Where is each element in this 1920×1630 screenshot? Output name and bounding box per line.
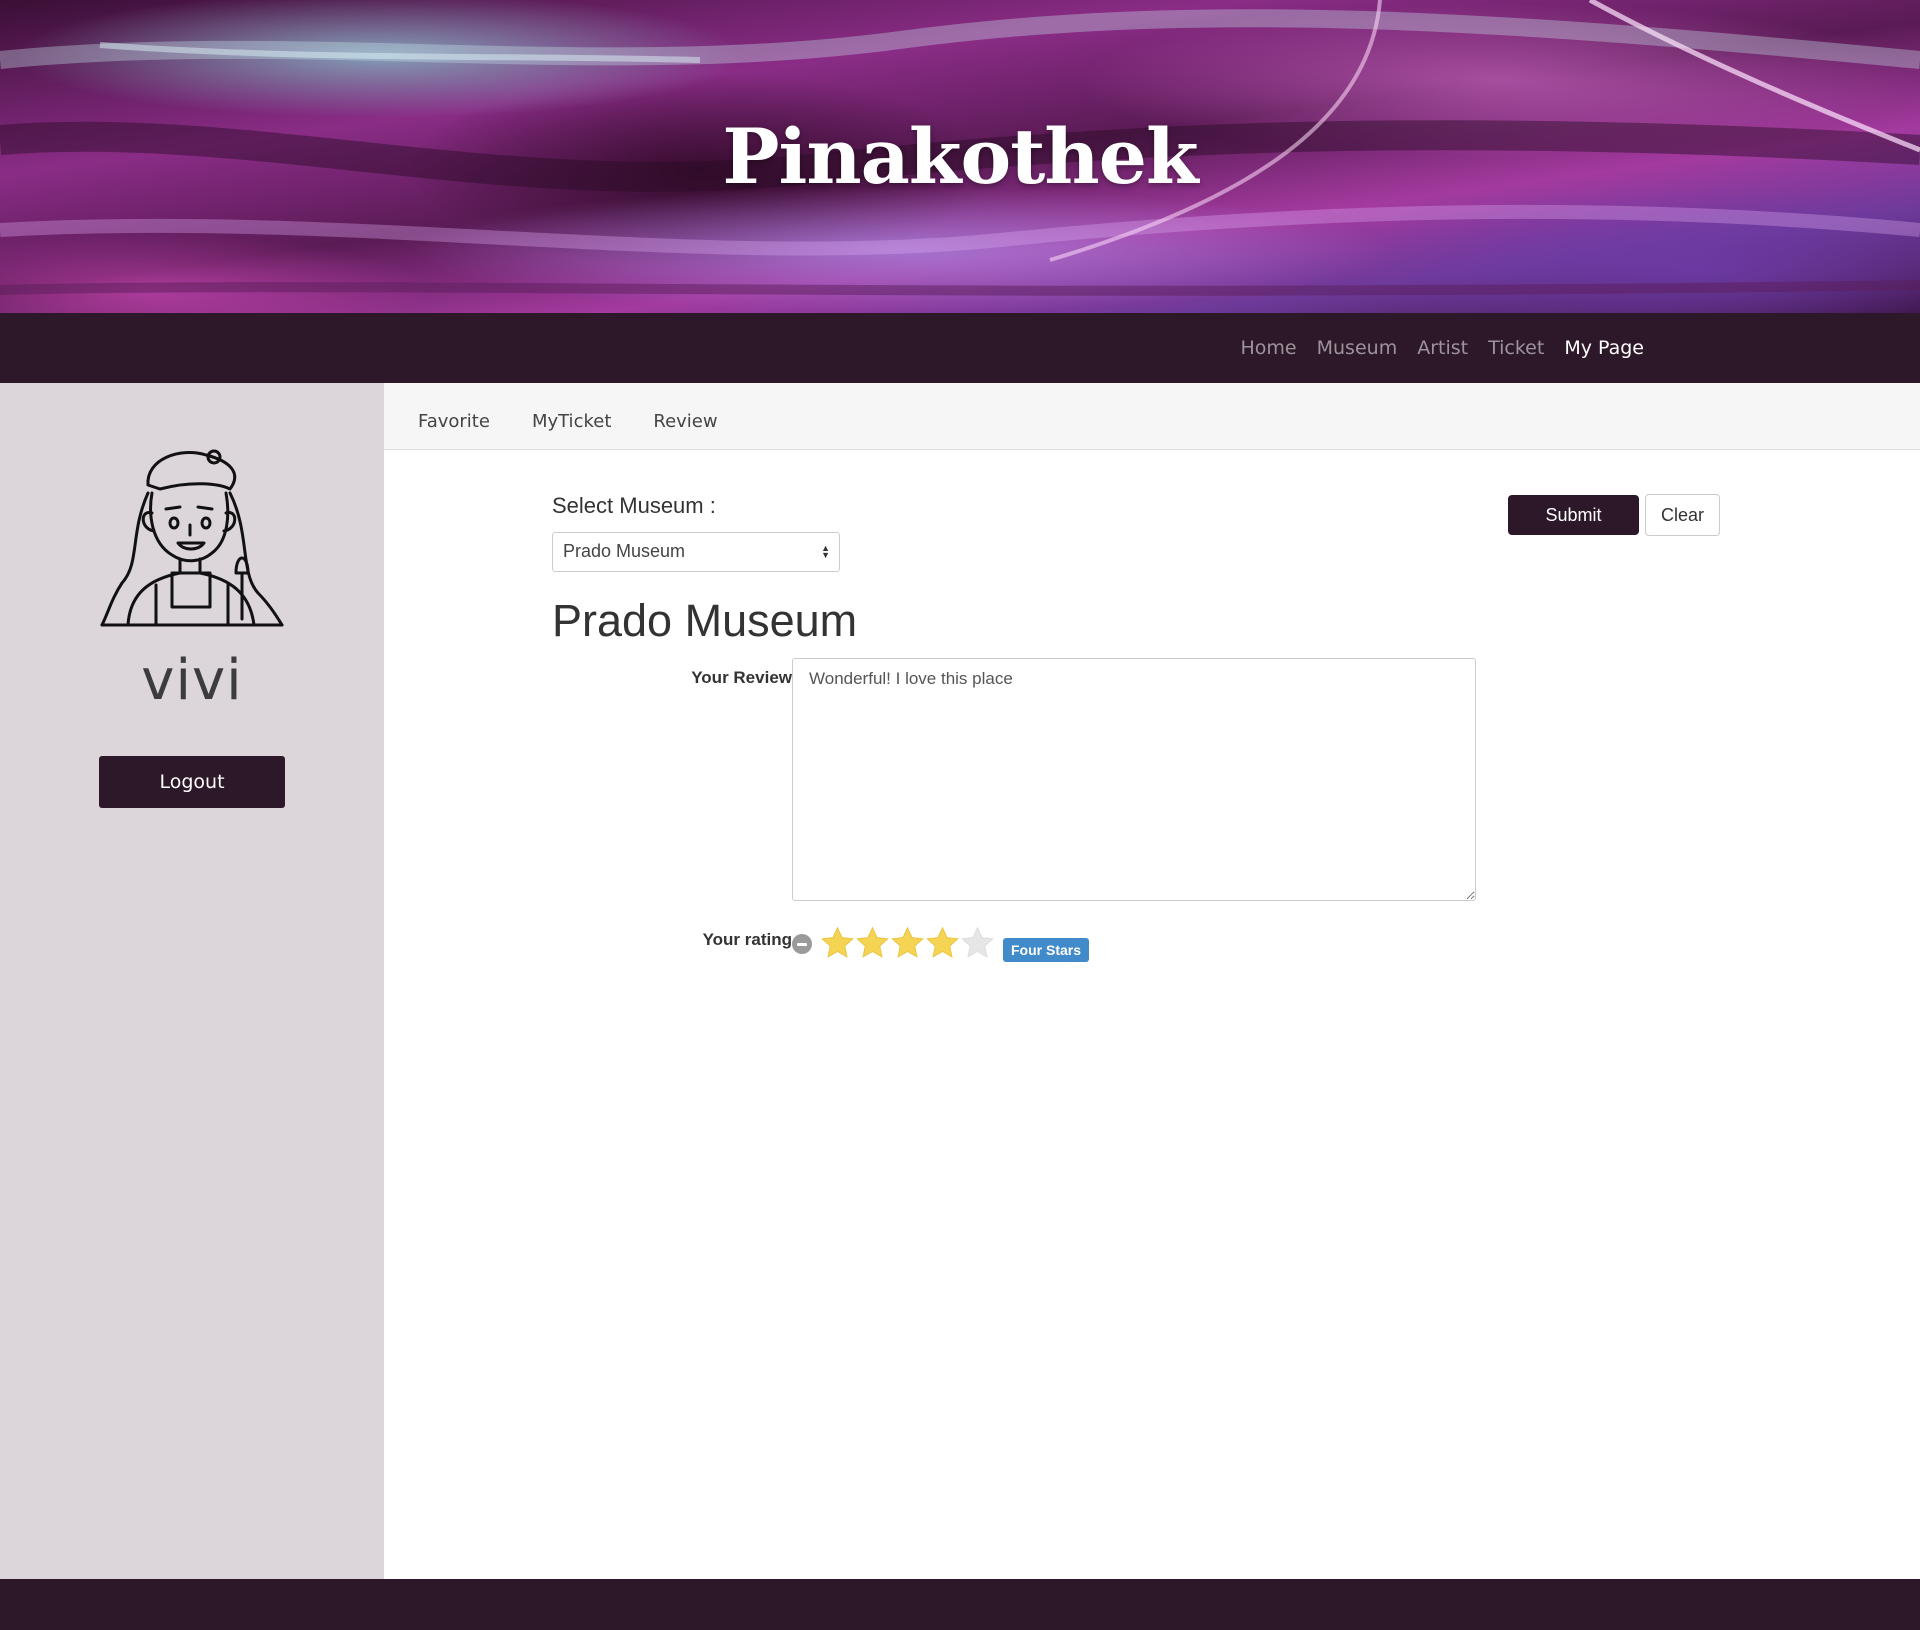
museum-select-value: Prado Museum (563, 541, 686, 561)
nav-item-my-page[interactable]: My Page (1564, 337, 1644, 359)
star-rating (820, 924, 995, 962)
museum-select[interactable]: Prado Museum ▲ ▼ (552, 532, 840, 572)
star-icon[interactable] (890, 924, 925, 962)
logout-button[interactable]: Logout (99, 756, 285, 808)
username: vivi (141, 648, 243, 713)
review-textarea[interactable]: Wonderful! I love this place (792, 658, 1476, 901)
top-navigation: Home Museum Artist Ticket My Page (0, 313, 1920, 383)
select-arrows-icon: ▲ ▼ (821, 543, 830, 560)
star-icon[interactable] (960, 924, 995, 962)
nav-item-ticket[interactable]: Ticket (1488, 337, 1544, 359)
star-icon[interactable] (820, 924, 855, 962)
mypage-tabs: Favorite MyTicket Review (384, 383, 1920, 450)
review-label: Your Review (691, 668, 792, 687)
tab-favorite[interactable]: Favorite (418, 401, 490, 432)
star-icon[interactable] (925, 924, 960, 962)
clear-button[interactable]: Clear (1645, 494, 1720, 536)
select-museum-label: Select Museum : (552, 493, 716, 518)
museum-heading: Prado Museum (552, 595, 858, 646)
artist-avatar-icon (100, 449, 284, 627)
profile-sidebar: vivi Logout (0, 383, 384, 1579)
footer (0, 1579, 1920, 1630)
nav-item-artist[interactable]: Artist (1417, 337, 1468, 359)
tab-review[interactable]: Review (653, 401, 717, 432)
nav-item-home[interactable]: Home (1241, 337, 1297, 359)
hero-banner: Pinakothek (0, 0, 1920, 313)
rating-label: Your rating (702, 930, 792, 949)
site-title: Pinakothek (722, 112, 1198, 201)
clear-rating-icon[interactable] (792, 934, 812, 954)
submit-button[interactable]: Submit (1508, 495, 1639, 535)
rating-caption-badge: Four Stars (1003, 938, 1090, 962)
tab-myticket[interactable]: MyTicket (532, 401, 611, 432)
main-content: Favorite MyTicket Review Select Museum :… (384, 383, 1920, 1579)
nav-item-museum[interactable]: Museum (1317, 337, 1398, 359)
nav-links: Home Museum Artist Ticket My Page (1241, 313, 1644, 383)
star-icon[interactable] (855, 924, 890, 962)
